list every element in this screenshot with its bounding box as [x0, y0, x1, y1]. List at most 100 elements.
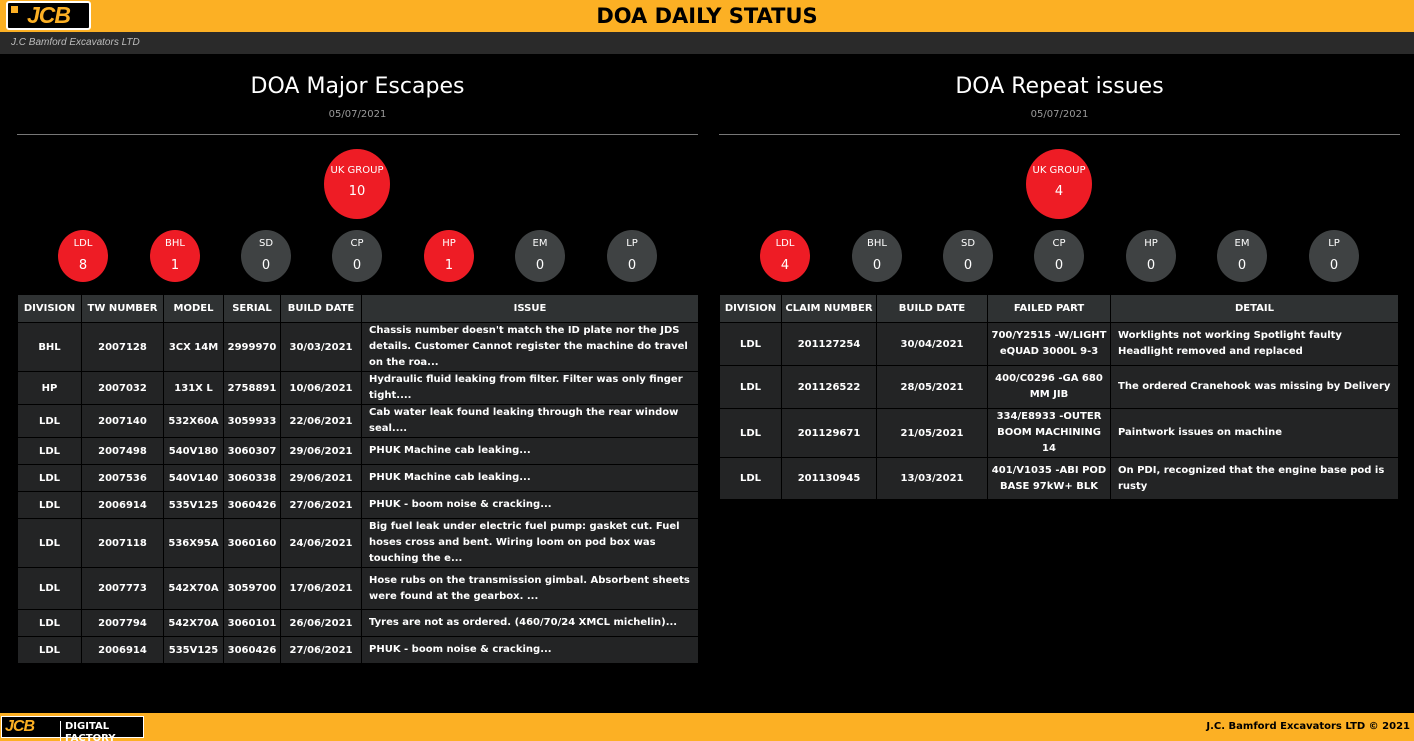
- cell-issue: PHUK Machine cab leaking...: [361, 437, 699, 465]
- table-row[interactable]: LDL 2007118 536X95A 3060160 24/06/2021 Big fu…: [17, 518, 699, 568]
- cell-serial: 3060426: [223, 636, 281, 664]
- badge-label: EM: [1234, 238, 1250, 249]
- column-header-build-date[interactable]: BUILD DATE: [280, 294, 362, 323]
- table-row[interactable]: LDL 201127254 30/04/2021 700/Y2515 -W/LIGHT…: [719, 322, 1399, 366]
- cell-build-date: 26/06/2021: [280, 609, 362, 637]
- column-header-build-date[interactable]: BUILD DATE: [876, 294, 988, 323]
- cell-detail: On PDI, recognized that the engine base …: [1110, 457, 1399, 500]
- table-row[interactable]: LDL 2007498 540V180 3060307 29/06/2021 PHUK M…: [17, 437, 699, 465]
- table-row[interactable]: LDL 2007536 540V140 3060338 29/06/2021 PHUK M…: [17, 464, 699, 492]
- badge-count: 0: [352, 258, 362, 273]
- cell-serial: 3059700: [223, 567, 281, 610]
- column-header-serial[interactable]: SERIAL: [223, 294, 281, 323]
- cell-division: LDL: [719, 457, 782, 500]
- panel-date: 05/07/2021: [328, 109, 387, 120]
- table-row[interactable]: LDL 2006914 535V125 3060426 27/06/2021 PHUK -…: [17, 491, 699, 519]
- cell-model: 536X95A: [163, 518, 224, 568]
- table-row[interactable]: LDL 2007794 542X70A 3060101 26/06/2021 Tyres …: [17, 609, 699, 637]
- badge-count: 0: [627, 258, 637, 273]
- badge-count: 0: [1237, 258, 1247, 273]
- table-row[interactable]: BHL 2007128 3CX 14M 2999970 30/03/2021 Chassi…: [17, 322, 699, 372]
- major-escapes-table: DIVISION TW NUMBER MODEL SERIAL BUILD DATE IS…: [17, 294, 699, 664]
- company-name: J.C Bamford Excavators LTD: [11, 37, 140, 48]
- cell-division: LDL: [719, 365, 782, 409]
- cell-serial: 2758891: [223, 371, 281, 405]
- cell-failed-part: 401/V1035 -ABI POD BASE 97kW+ BLK: [987, 457, 1111, 500]
- column-header-division[interactable]: DIVISION: [719, 294, 782, 323]
- digital-factory-logo: JCB DIGITAL FACTORY: [1, 716, 144, 741]
- cell-issue: Hose rubs on the transmission gimbal. Ab…: [361, 567, 699, 610]
- cell-tw-number: 2007128: [81, 322, 164, 372]
- table-row[interactable]: LDL 2007773 542X70A 3059700 17/06/2021 Hose r…: [17, 567, 699, 610]
- cell-model: 532X60A: [163, 404, 224, 438]
- badge-count: 4: [780, 258, 790, 273]
- repeat-issues-table: DIVISION CLAIM NUMBER BUILD DATE FAILED PAR…: [719, 294, 1399, 500]
- column-header-tw-number[interactable]: TW NUMBER: [81, 294, 164, 323]
- badge-label: BHL: [165, 238, 185, 249]
- cell-serial: 3060426: [223, 491, 281, 519]
- badge-label: HP: [1144, 238, 1158, 249]
- cell-build-date: 24/06/2021: [280, 518, 362, 568]
- badge-count: 0: [963, 258, 973, 273]
- cell-issue: Chassis number doesn't match the ID plat…: [361, 322, 699, 372]
- badge-count: 0: [535, 258, 545, 273]
- division-badge-bhl: BHL 1: [150, 230, 200, 282]
- cell-failed-part: 700/Y2515 -W/LIGHT eQUAD 3000L 9-3: [987, 322, 1111, 366]
- cell-division: LDL: [719, 322, 782, 366]
- division-badge-cp: CP 0: [1034, 230, 1084, 282]
- badge-label: LDL: [73, 238, 93, 249]
- cell-claim-number: 201130945: [781, 457, 877, 500]
- cell-issue: Cab water leak found leaking through the…: [361, 404, 699, 438]
- table-row[interactable]: LDL 201130945 13/03/2021 401/V1035 -ABI POD…: [719, 457, 1399, 500]
- cell-tw-number: 2007794: [81, 609, 164, 637]
- cell-division: HP: [17, 371, 82, 405]
- column-header-failed-part[interactable]: FAILED PART: [987, 294, 1111, 323]
- cell-division: LDL: [17, 404, 82, 438]
- cell-build-date: 27/06/2021: [280, 636, 362, 664]
- badge-label: SD: [258, 238, 274, 249]
- cell-division: LDL: [719, 408, 782, 458]
- cell-division: LDL: [17, 437, 82, 465]
- cell-issue: Big fuel leak under electric fuel pump: …: [361, 518, 699, 568]
- column-header-detail[interactable]: DETAIL: [1110, 294, 1399, 323]
- cell-build-date: 30/04/2021: [876, 322, 988, 366]
- column-header-model[interactable]: MODEL: [163, 294, 224, 323]
- division-badge-hp: HP 0: [1126, 230, 1176, 282]
- cell-division: LDL: [17, 491, 82, 519]
- column-header-claim-number[interactable]: CLAIM NUMBER: [781, 294, 877, 323]
- cell-detail: Worklights not working Spotlight faulty …: [1110, 322, 1399, 366]
- column-header-issue[interactable]: ISSUE: [361, 294, 699, 323]
- division-badge-hp: HP 1: [424, 230, 474, 282]
- cell-division: LDL: [17, 609, 82, 637]
- cell-division: LDL: [17, 518, 82, 568]
- cell-claim-number: 201126522: [781, 365, 877, 409]
- cell-issue: PHUK - boom noise & cracking...: [361, 491, 699, 519]
- division-badge-lp: LP 0: [1309, 230, 1359, 282]
- division-badge-em: EM 0: [1217, 230, 1267, 282]
- table-row[interactable]: HP 2007032 131X L 2758891 10/06/2021 Hydrauli…: [17, 371, 699, 405]
- cell-tw-number: 2007140: [81, 404, 164, 438]
- badge-label: CP: [350, 238, 364, 249]
- cell-serial: 3060307: [223, 437, 281, 465]
- cell-build-date: 27/06/2021: [280, 491, 362, 519]
- cell-tw-number: 2007536: [81, 464, 164, 492]
- table-row[interactable]: LDL 2006914 535V125 3060426 27/06/2021 PHUK -…: [17, 636, 699, 664]
- cell-tw-number: 2007773: [81, 567, 164, 610]
- table-row[interactable]: LDL 2007140 532X60A 3059933 22/06/2021 Cab wa…: [17, 404, 699, 438]
- cell-build-date: 28/05/2021: [876, 365, 988, 409]
- badge-label: SD: [960, 238, 976, 249]
- cell-build-date: 30/03/2021: [280, 322, 362, 372]
- badge-count: 0: [1329, 258, 1339, 273]
- badge-label: EM: [532, 238, 548, 249]
- table-row[interactable]: LDL 201126522 28/05/2021 400/C0296 -GA 680 …: [719, 365, 1399, 409]
- cell-model: 540V180: [163, 437, 224, 465]
- footer-bar: JCB DIGITAL FACTORY J.C. Bamford Excavat…: [0, 713, 1414, 741]
- column-header-division[interactable]: DIVISION: [17, 294, 82, 323]
- table-row[interactable]: LDL 201129671 21/05/2021 334/E8933 -OUTER B…: [719, 408, 1399, 458]
- badge-label: BHL: [867, 238, 887, 249]
- cell-division: LDL: [17, 567, 82, 610]
- division-badge-sd: SD 0: [241, 230, 291, 282]
- cell-model: 131X L: [163, 371, 224, 405]
- badge-label: UK GROUP: [1032, 165, 1086, 176]
- badge-count: 8: [78, 258, 88, 273]
